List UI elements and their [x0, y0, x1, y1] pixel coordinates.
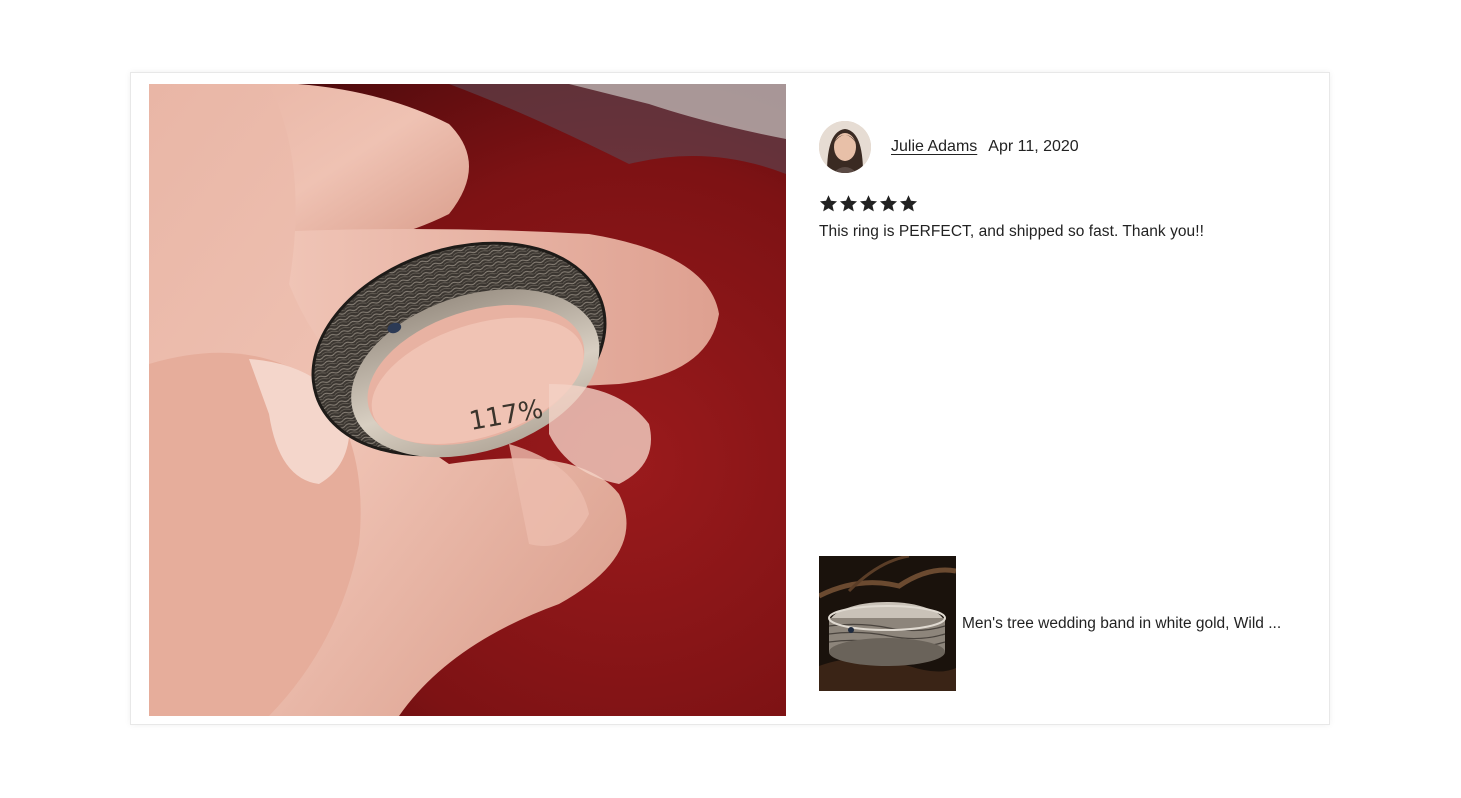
ring-photo-image: 117%: [149, 84, 786, 716]
review-text: This ring is PERFECT, and shipped so fas…: [819, 223, 1204, 240]
star-icon: [819, 195, 838, 212]
avatar[interactable]: [819, 121, 871, 173]
star-icon: [839, 195, 858, 212]
review-date: Apr 11, 2020: [988, 138, 1079, 155]
review-photo[interactable]: 117%: [149, 84, 786, 716]
item-thumbnail[interactable]: [819, 556, 956, 691]
review-modal: 117% Julie Adams Apr 11, 2020 This ring …: [130, 72, 1330, 725]
reviewed-item-link[interactable]: Men's tree wedding band in white gold, W…: [819, 556, 1281, 691]
reviewer-row: Julie Adams Apr 11, 2020: [819, 121, 1309, 173]
star-icon: [899, 195, 918, 212]
star-rating: [819, 194, 1309, 213]
review-details: Julie Adams Apr 11, 2020 This ring is PE…: [819, 121, 1309, 241]
star-icon: [879, 195, 898, 212]
item-title[interactable]: Men's tree wedding band in white gold, W…: [962, 615, 1281, 633]
reviewer-name-link[interactable]: Julie Adams: [891, 138, 977, 156]
star-icon: [859, 195, 878, 212]
